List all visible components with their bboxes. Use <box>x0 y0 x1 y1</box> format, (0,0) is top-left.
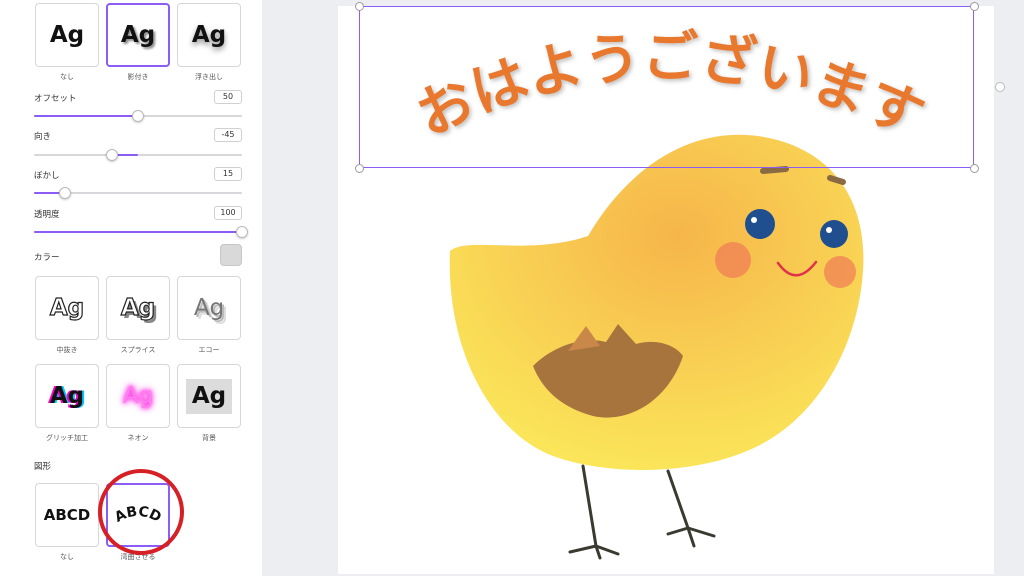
effect-hollow-preview: Ag <box>49 294 85 321</box>
effect-shadow-preview: Ag <box>120 21 156 48</box>
shape-none-label: なし <box>60 553 74 561</box>
resize-handle-top-left[interactable] <box>355 2 364 11</box>
chick-left-cheek <box>715 242 751 278</box>
transparency-slider[interactable] <box>34 226 248 238</box>
effect-background-preview: Ag <box>185 378 233 414</box>
offset-label: オフセット <box>34 94 77 104</box>
direction-label: 向き <box>34 132 52 142</box>
color-label: カラー <box>34 253 60 263</box>
effect-none-label: なし <box>60 73 74 81</box>
blur-value-input[interactable]: 15 <box>214 167 242 181</box>
effect-neon-label: ネオン <box>127 434 149 442</box>
offset-slider[interactable] <box>34 110 242 122</box>
transparency-slider-fill <box>34 231 242 233</box>
effect-none-tile[interactable]: Ag <box>35 3 99 67</box>
effect-neon-preview: Ag <box>122 382 154 409</box>
blur-slider[interactable] <box>34 187 242 199</box>
chick-legs <box>568 464 716 560</box>
effect-glitch-preview: Ag <box>49 382 85 409</box>
transparency-label: 透明度 <box>34 210 60 220</box>
shape-none-tile[interactable]: ABCD <box>35 483 99 547</box>
canvas-side-handle[interactable] <box>995 82 1005 92</box>
chick-left-eye <box>745 209 775 239</box>
effect-splice-preview: Ag <box>120 294 156 321</box>
chick-right-brow <box>827 175 846 185</box>
shape-section-title: 図形 <box>34 462 52 472</box>
chick-left-eye-highlight <box>751 217 757 223</box>
design-canvas[interactable]: おはようございます <box>338 2 994 574</box>
effect-lift-preview: Ag <box>191 21 227 48</box>
resize-handle-top-right[interactable] <box>970 2 979 11</box>
chick-right-eye <box>820 220 848 248</box>
transparency-value-input[interactable]: 100 <box>214 206 242 220</box>
direction-slider-thumb[interactable] <box>106 149 118 161</box>
effect-splice-label: スプライス <box>120 346 156 354</box>
offset-slider-thumb[interactable] <box>132 110 144 122</box>
shadow-color-swatch[interactable] <box>220 244 242 266</box>
chick-right-cheek <box>824 256 856 288</box>
transparency-slider-thumb[interactable] <box>236 226 248 238</box>
effect-lift-tile[interactable]: Ag <box>177 3 241 67</box>
red-annotation-circle <box>98 469 184 555</box>
blur-label: ぼかし <box>34 171 60 181</box>
chick-right-eye-highlight <box>826 227 832 233</box>
offset-value-input[interactable]: 50 <box>214 90 242 104</box>
direction-slider[interactable] <box>34 149 242 161</box>
effect-glitch-label: グリッチ加工 <box>46 434 88 442</box>
shape-none-preview: ABCD <box>43 506 91 524</box>
effect-none-preview: Ag <box>49 21 85 48</box>
resize-handle-bottom-left[interactable] <box>355 164 364 173</box>
effect-neon-tile[interactable]: Ag <box>106 364 170 428</box>
effect-echo-label: エコー <box>198 346 220 354</box>
text-selection-box[interactable] <box>359 6 974 168</box>
blur-slider-thumb[interactable] <box>59 187 72 199</box>
effect-background-tile[interactable]: Ag <box>177 364 241 428</box>
effect-echo-tile[interactable]: Ag <box>177 276 241 340</box>
effect-echo-preview: Ag <box>193 294 225 321</box>
effect-glitch-tile[interactable]: Ag <box>35 364 99 428</box>
effect-shadow-label: 影付き <box>127 73 149 81</box>
effect-lift-label: 浮き出し <box>195 73 223 81</box>
effects-panel: Ag なし Ag 影付き Ag 浮き出し オフセット 50 向き -45 ぼかし… <box>0 0 262 576</box>
resize-handle-bottom-right[interactable] <box>970 164 979 173</box>
chick-body <box>449 134 864 470</box>
effect-shadow-tile[interactable]: Ag <box>106 3 170 67</box>
effect-hollow-tile[interactable]: Ag <box>35 276 99 340</box>
effect-hollow-label: 中抜き <box>56 346 78 354</box>
editor-workspace: おはようございます <box>262 0 1024 576</box>
effect-background-label: 背景 <box>202 434 216 442</box>
offset-slider-fill <box>34 115 138 117</box>
direction-value-input[interactable]: -45 <box>214 128 242 142</box>
effect-splice-tile[interactable]: Ag <box>106 276 170 340</box>
